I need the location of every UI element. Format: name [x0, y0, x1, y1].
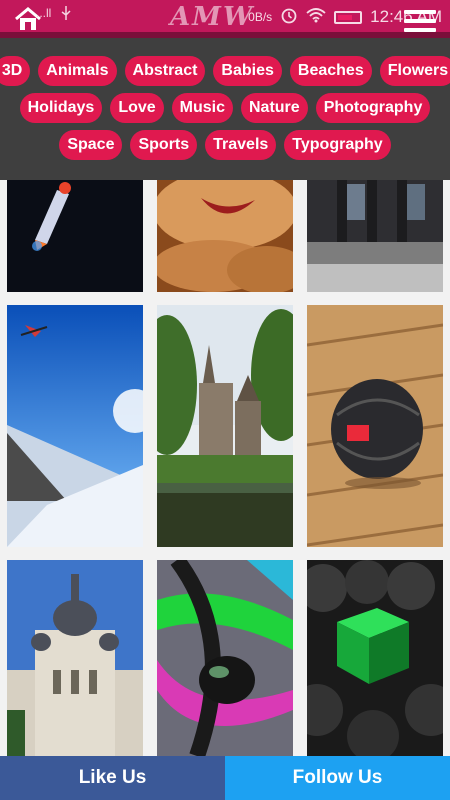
thumb-cathedral[interactable] [7, 560, 143, 756]
menu-line [404, 19, 436, 23]
category-space[interactable]: Space [59, 130, 123, 160]
thumb-modern-building[interactable] [307, 180, 443, 292]
thumb-space-rocket[interactable] [7, 180, 143, 292]
network-speed: 0B/s [248, 10, 273, 24]
category-nature[interactable]: Nature [241, 93, 308, 123]
thumb-image [7, 305, 143, 547]
thumb-image [157, 305, 293, 547]
menu-line [404, 10, 436, 14]
category-music[interactable]: Music [171, 93, 233, 123]
category-row-3: Space Sports Travels Typography [0, 130, 450, 160]
alarm-icon [280, 6, 298, 28]
wifi-icon [306, 7, 326, 27]
app-header: ...ll AMW 0B/s 12:46 AM [0, 0, 450, 32]
category-abstract[interactable]: Abstract [124, 56, 206, 86]
thumb-green-cube[interactable] [307, 560, 443, 756]
category-sports[interactable]: Sports [130, 130, 198, 160]
category-flowers[interactable]: Flowers [379, 56, 450, 86]
category-animals[interactable]: Animals [38, 56, 117, 86]
category-babies[interactable]: Babies [213, 56, 282, 86]
category-travels[interactable]: Travels [205, 130, 277, 160]
category-holidays[interactable]: Holidays [19, 93, 103, 123]
signal-icon: ...ll [36, 6, 52, 20]
thumb-image [307, 180, 443, 292]
category-typography[interactable]: Typography [284, 130, 391, 160]
category-row-2: Holidays Love Music Nature Photography [0, 93, 450, 123]
category-beaches[interactable]: Beaches [289, 56, 372, 86]
thumb-image [307, 560, 443, 756]
category-love[interactable]: Love [110, 93, 164, 123]
status-left: ...ll [36, 6, 71, 25]
thumb-image [7, 560, 143, 756]
thumb-snowboard[interactable] [7, 305, 143, 547]
thumb-image [7, 180, 143, 292]
app-brand: AMW [170, 2, 255, 32]
battery-icon [334, 10, 363, 24]
thumb-baby[interactable] [157, 180, 293, 292]
thumb-image [157, 560, 293, 756]
usb-icon [61, 6, 71, 25]
wallpaper-gallery [0, 180, 450, 756]
thumb-neon-abstract[interactable] [157, 560, 293, 756]
thumb-sphere-wood[interactable] [307, 305, 443, 547]
category-row-1: 3D Animals Abstract Babies Beaches Flowe… [0, 56, 450, 86]
category-3d[interactable]: 3D [0, 56, 31, 86]
hamburger-menu-icon[interactable] [404, 10, 436, 32]
follow-us-button[interactable]: Follow Us [225, 756, 450, 800]
thumb-image [307, 305, 443, 547]
thumb-castle[interactable] [157, 305, 293, 547]
category-panel: 3D Animals Abstract Babies Beaches Flowe… [0, 38, 450, 180]
like-us-button[interactable]: Like Us [0, 756, 225, 800]
thumb-image [157, 180, 293, 292]
bottom-action-bar: Like Us Follow Us [0, 756, 450, 800]
category-photography[interactable]: Photography [315, 93, 431, 123]
